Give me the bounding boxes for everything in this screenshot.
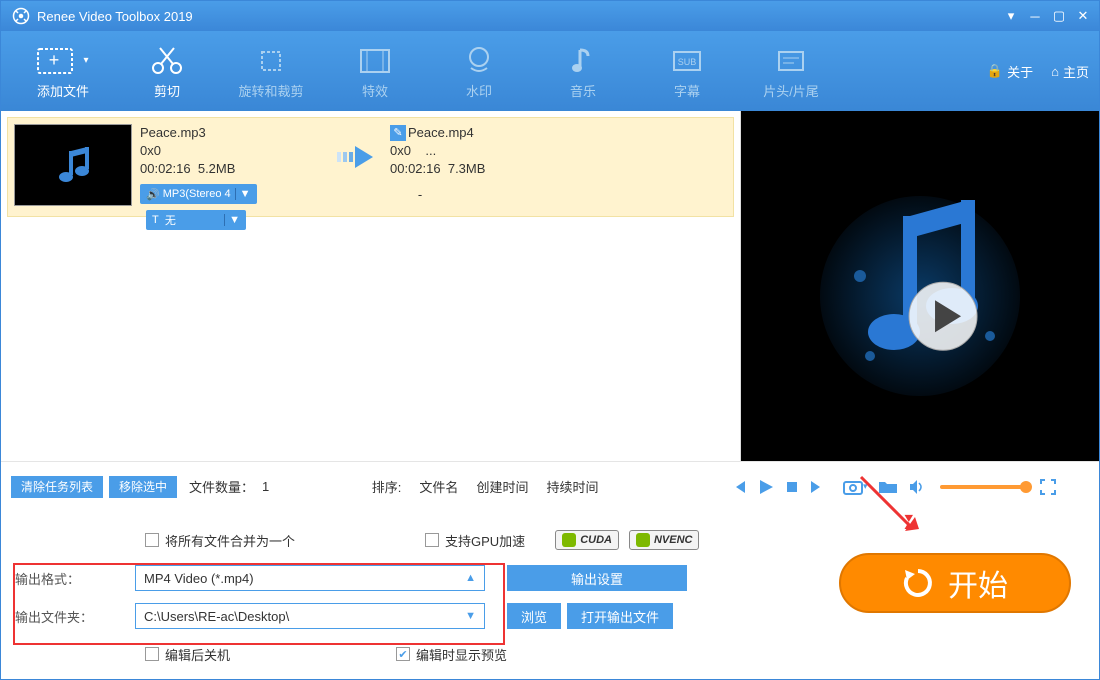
- maximize-button[interactable]: ▢: [1047, 4, 1071, 28]
- main-body: Peace.mp3 0x0 00:02:16 5.2MB 🔊 MP3(Stere…: [1, 111, 1099, 461]
- lock-icon: 🔒: [987, 63, 1003, 79]
- subtitle-pill[interactable]: T 无▼: [146, 210, 246, 230]
- source-info: Peace.mp3 0x0 00:02:16 5.2MB 🔊 MP3(Stere…: [140, 124, 330, 230]
- clear-list-button[interactable]: 清除任务列表: [11, 476, 103, 498]
- toolbar-subtitle: SUB 字幕: [635, 36, 739, 106]
- minimize-button[interactable]: ─: [1023, 4, 1047, 28]
- remove-selected-button[interactable]: 移除选中: [109, 476, 177, 498]
- film-add-icon: +▾: [37, 43, 88, 79]
- home-link[interactable]: ⌂主页: [1051, 62, 1089, 81]
- dest-name: Peace.mp4: [408, 124, 474, 142]
- fullscreen-button[interactable]: [1040, 479, 1056, 495]
- toolbar-watermark: 水印: [427, 36, 531, 106]
- dest-dim: 0x0 ...: [390, 142, 590, 160]
- source-dim: 0x0: [140, 142, 330, 160]
- open-output-button[interactable]: 打开输出文件: [567, 603, 673, 629]
- subtitle-icon: SUB: [670, 43, 704, 79]
- window-title: Renee Video Toolbox 2019: [37, 9, 999, 24]
- toolbar-label: 特效: [362, 81, 388, 100]
- edit-icon[interactable]: ✎: [390, 125, 406, 141]
- crop-icon: [254, 43, 288, 79]
- out-format-combo[interactable]: MP4 Video (*.mp4)▲: [135, 565, 485, 591]
- app-logo-icon: [11, 6, 31, 26]
- dropdown-icon[interactable]: ▾: [999, 4, 1023, 28]
- out-folder-combo[interactable]: C:\Users\RE-ac\Desktop\▼: [135, 603, 485, 629]
- file-row[interactable]: Peace.mp3 0x0 00:02:16 5.2MB 🔊 MP3(Stere…: [7, 117, 734, 217]
- toolbar-label: 片头/片尾: [763, 81, 819, 100]
- prev-button[interactable]: [731, 479, 747, 495]
- film-icon: [358, 43, 392, 79]
- text-icon: T: [152, 214, 159, 226]
- merge-label: 将所有文件合并为一个: [165, 531, 295, 550]
- refresh-icon: [902, 567, 934, 599]
- dest-info: ✎Peace.mp4 0x0 ... 00:02:16 7.3MB -: [390, 124, 590, 204]
- preview-panel: [741, 111, 1099, 461]
- list-controls: 清除任务列表 移除选中 文件数量： 1 排序: 文件名 创建时间 持续时间 ▾: [1, 461, 1099, 511]
- toolbar-label: 音乐: [570, 81, 596, 100]
- toolbar: +▾ 添加文件 剪切 旋转和裁剪 特效 水印 音乐 SUB 字幕 片头/片尾 🔒…: [1, 31, 1099, 111]
- dest-dur-size: 00:02:16 7.3MB: [390, 160, 590, 178]
- toolbar-label: 添加文件: [37, 81, 89, 100]
- next-button[interactable]: [809, 479, 825, 495]
- svg-text:+: +: [49, 50, 60, 70]
- toolbar-add-file[interactable]: +▾ 添加文件: [11, 36, 115, 106]
- play-button[interactable]: [757, 478, 775, 496]
- file-count-label: 文件数量：: [189, 477, 254, 496]
- start-button[interactable]: 开始: [839, 553, 1071, 613]
- sort-by-ctime[interactable]: 创建时间: [476, 477, 528, 496]
- file-list: Peace.mp3 0x0 00:02:16 5.2MB 🔊 MP3(Stere…: [1, 111, 741, 461]
- triangle-up-icon: ▲: [465, 572, 476, 584]
- cuda-badge: CUDA: [555, 530, 619, 550]
- out-folder-label: 输出文件夹：: [15, 607, 135, 626]
- out-format-label: 输出格式：: [15, 569, 135, 588]
- toolbar-label: 水印: [466, 81, 492, 100]
- convert-arrow-icon: [330, 144, 390, 170]
- format-pill[interactable]: 🔊 MP3(Stereo 4▼: [140, 184, 257, 204]
- card-icon: [774, 43, 808, 79]
- titlebar: Renee Video Toolbox 2019 ▾ ─ ▢ ✕: [1, 1, 1099, 31]
- watermark-icon: [462, 43, 496, 79]
- sort-by-name[interactable]: 文件名: [419, 477, 458, 496]
- triangle-down-icon: ▼: [465, 610, 476, 622]
- dest-dash: -: [390, 186, 450, 204]
- about-link[interactable]: 🔒关于: [987, 62, 1033, 81]
- snapshot-button[interactable]: ▾: [843, 478, 868, 496]
- browse-button[interactable]: 浏览: [507, 603, 561, 629]
- file-count: 1: [262, 479, 269, 494]
- sort-label: 排序:: [372, 477, 402, 496]
- volume-slider[interactable]: [940, 485, 1026, 489]
- close-button[interactable]: ✕: [1071, 4, 1095, 28]
- nvenc-badge: NVENC: [629, 530, 700, 550]
- player-controls: ▾: [731, 478, 1089, 496]
- svg-text:SUB: SUB: [678, 57, 697, 67]
- volume-icon[interactable]: [908, 479, 926, 495]
- toolbar-rotate-crop: 旋转和裁剪: [219, 36, 323, 106]
- music-note-icon: [566, 43, 600, 79]
- play-overlay-icon[interactable]: [907, 280, 979, 352]
- shutdown-label: 编辑后关机: [165, 645, 230, 664]
- toolbar-cut[interactable]: 剪切: [115, 36, 219, 106]
- stop-button[interactable]: [785, 480, 799, 494]
- speaker-icon: 🔊: [146, 188, 160, 201]
- toolbar-intro-outro: 片头/片尾: [739, 36, 843, 106]
- toolbar-label: 旋转和裁剪: [238, 81, 303, 100]
- toolbar-music: 音乐: [531, 36, 635, 106]
- toolbar-label: 字幕: [674, 81, 700, 100]
- sort-by-duration[interactable]: 持续时间: [546, 477, 598, 496]
- source-dur-size: 00:02:16 5.2MB: [140, 160, 330, 178]
- toolbar-label: 剪切: [154, 81, 180, 100]
- open-folder-button[interactable]: [878, 479, 898, 495]
- preview-checkbox[interactable]: ✔: [396, 647, 410, 661]
- merge-checkbox[interactable]: [145, 533, 159, 547]
- gpu-checkbox[interactable]: [425, 533, 439, 547]
- thumbnail: [14, 124, 132, 206]
- toolbar-effects: 特效: [323, 36, 427, 106]
- home-icon: ⌂: [1051, 64, 1059, 79]
- output-settings-button[interactable]: 输出设置: [507, 565, 687, 591]
- preview-label: 编辑时显示预览: [416, 645, 507, 664]
- shutdown-checkbox[interactable]: [145, 647, 159, 661]
- gpu-label: 支持GPU加速: [445, 531, 525, 550]
- scissors-icon: [150, 43, 184, 79]
- source-name: Peace.mp3: [140, 124, 330, 142]
